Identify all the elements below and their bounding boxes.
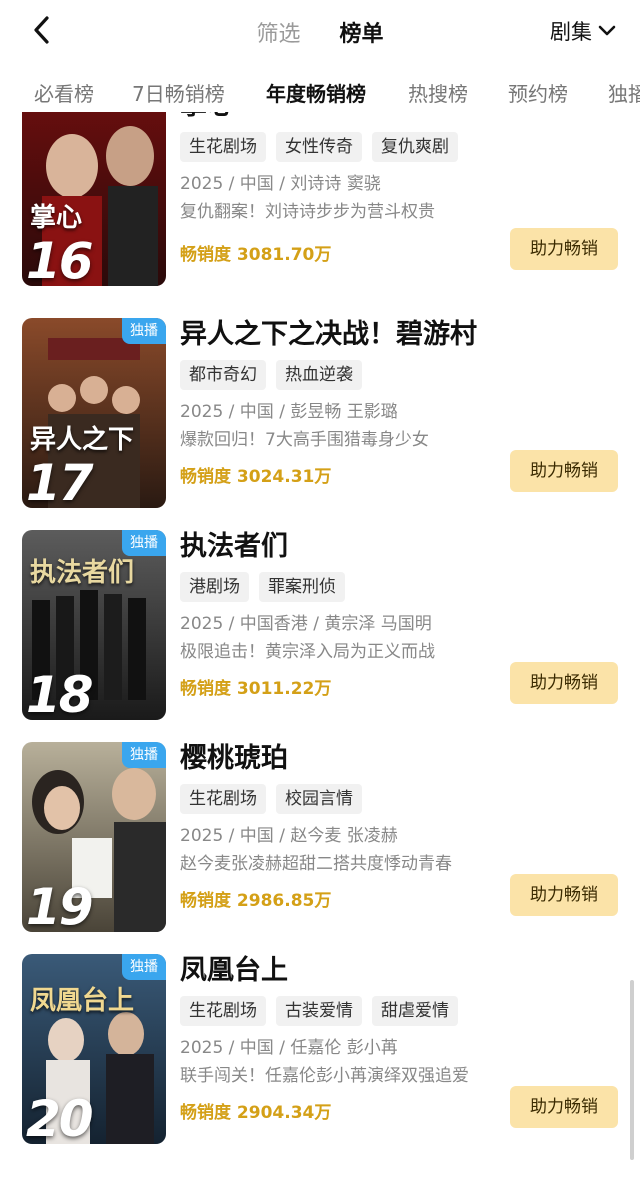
item-info: 凤凰台上 生花剧场 古装爱情 甜虐爱情 2025 / 中国 / 任嘉伦 彭小苒 … [180, 954, 620, 1088]
tag[interactable]: 罪案刑侦 [259, 572, 345, 602]
boost-button[interactable]: 助力畅销 [510, 662, 618, 704]
exclusive-badge: 独播 [122, 742, 166, 768]
tag[interactable]: 古装爱情 [276, 996, 362, 1026]
tab-must-watch[interactable]: 必看榜 [34, 78, 94, 107]
rank-number: 16 [26, 232, 94, 286]
tab-7day-bestseller[interactable]: 7日畅销榜 [132, 78, 225, 107]
item-meta: 2025 / 中国 / 赵今麦 张凌赫 [180, 826, 398, 846]
tab-hot-search[interactable]: 热搜榜 [408, 78, 468, 107]
item-title: 樱桃琥珀 [180, 743, 288, 774]
item-title: 凤凰台上 [180, 955, 288, 986]
poster[interactable]: 独播 19 [22, 742, 166, 932]
item-desc: 联手闯关！任嘉伦彭小苒演绎双强追爱 [180, 1066, 469, 1086]
sales-score: 畅销度 3081.70万 [180, 245, 332, 265]
boost-button[interactable]: 助力畅销 [510, 228, 618, 270]
tag-list: 生花剧场 校园言情 [180, 784, 620, 816]
tag[interactable]: 甜虐爱情 [372, 996, 458, 1026]
list-item[interactable]: 掌心 16 掌心 生花剧场 女性传奇 复仇爽剧 2025 / 中国 / 刘诗诗 … [0, 112, 640, 286]
segment-control: 筛选 榜单 [0, 16, 640, 48]
tag[interactable]: 生花剧场 [180, 784, 266, 814]
item-meta: 2025 / 中国 / 彭昱畅 王影璐 [180, 402, 398, 422]
category-dropdown[interactable]: 剧集 [550, 16, 616, 46]
tag-list: 生花剧场 古装爱情 甜虐爱情 [180, 996, 620, 1028]
item-info: 掌心 生花剧场 女性传奇 复仇爽剧 2025 / 中国 / 刘诗诗 窦骁 复仇翻… [180, 112, 620, 224]
tag[interactable]: 复仇爽剧 [372, 132, 458, 162]
item-info: 执法者们 港剧场 罪案刑侦 2025 / 中国香港 / 黄宗泽 马国明 极限追击… [180, 530, 620, 664]
scrollbar[interactable] [630, 980, 634, 1160]
tag-list: 都市奇幻 热血逆袭 [180, 360, 620, 392]
ranking-list: 掌心 16 掌心 生花剧场 女性传奇 复仇爽剧 2025 / 中国 / 刘诗诗 … [0, 112, 640, 1190]
exclusive-badge: 独播 [122, 954, 166, 980]
rank-number: 17 [26, 454, 94, 508]
tag[interactable]: 女性传奇 [276, 132, 362, 162]
boost-button[interactable]: 助力畅销 [510, 874, 618, 916]
tag[interactable]: 校园言情 [276, 784, 362, 814]
ranking-tab[interactable]: 榜单 [340, 16, 384, 48]
item-title: 掌心 [180, 112, 620, 126]
category-label: 剧集 [550, 20, 592, 44]
list-item[interactable]: 独播 凤凰台上 20 凤凰台上 生花剧场 古装爱情 甜虐爱情 2025 / 中国… [0, 954, 640, 1144]
rank-number: 20 [26, 1090, 94, 1144]
tag-list: 港剧场 罪案刑侦 [180, 572, 620, 604]
sales-score: 畅销度 3024.31万 [180, 467, 332, 487]
poster-title: 异人之下 [30, 425, 135, 455]
tag[interactable]: 都市奇幻 [180, 360, 266, 390]
item-title: 执法者们 [180, 531, 288, 562]
tag[interactable]: 生花剧场 [180, 996, 266, 1026]
poster[interactable]: 掌心 16 [22, 112, 166, 286]
tag[interactable]: 热血逆袭 [276, 360, 362, 390]
boost-button[interactable]: 助力畅销 [510, 1086, 618, 1128]
boost-button[interactable]: 助力畅销 [510, 450, 618, 492]
item-title: 异人之下之决战！碧游村 [180, 319, 477, 350]
item-desc: 极限追击！黄宗泽入局为正义而战 [180, 642, 435, 662]
item-meta: 2025 / 中国 / 任嘉伦 彭小苒 [180, 1038, 398, 1058]
poster-title: 掌心 [30, 203, 83, 233]
chevron-down-icon [598, 25, 616, 36]
item-desc: 赵今麦张凌赫超甜二搭共度悸动青春 [180, 854, 452, 874]
rank-number: 18 [26, 666, 94, 720]
poster-title: 凤凰台上 [30, 986, 135, 1016]
list-item[interactable]: 独播 异人之下 17 异人之下之决战！碧游村 都市奇幻 热血逆袭 2025 / … [0, 318, 640, 508]
list-item[interactable]: 独播 执法者们 18 执法者们 港剧场 罪案刑侦 2025 / 中国香港 / 黄… [0, 530, 640, 720]
tag[interactable]: 港剧场 [180, 572, 249, 602]
item-meta: 2025 / 中国 / 刘诗诗 窦骁 [180, 174, 381, 194]
tag[interactable]: 生花剧场 [180, 132, 266, 162]
poster-title: 执法者们 [30, 558, 135, 588]
item-meta: 2025 / 中国香港 / 黄宗泽 马国明 [180, 614, 432, 634]
sales-score: 畅销度 2986.85万 [180, 891, 332, 911]
item-desc: 爆款回归！7大高手围猎毒身少女 [180, 430, 429, 450]
exclusive-badge: 独播 [122, 318, 166, 344]
sales-score: 畅销度 2904.34万 [180, 1103, 332, 1123]
top-bar: 筛选 榜单 剧集 [0, 0, 640, 62]
sales-score: 畅销度 3011.22万 [180, 679, 332, 699]
rank-number: 19 [26, 878, 94, 932]
tab-reservation[interactable]: 预约榜 [508, 78, 568, 107]
poster[interactable]: 独播 异人之下 17 [22, 318, 166, 508]
tag-list: 生花剧场 女性传奇 复仇爽剧 [180, 132, 620, 164]
item-info: 樱桃琥珀 生花剧场 校园言情 2025 / 中国 / 赵今麦 张凌赫 赵今麦张凌… [180, 742, 620, 876]
filter-tab[interactable]: 筛选 [256, 16, 300, 48]
poster[interactable]: 独播 凤凰台上 20 [22, 954, 166, 1144]
item-desc: 复仇翻案！刘诗诗步步为营斗权贵 [180, 202, 435, 222]
ranking-tabs: 必看榜 7日畅销榜 年度畅销榜 热搜榜 预约榜 独播 [0, 74, 640, 110]
poster[interactable]: 独播 执法者们 18 [22, 530, 166, 720]
item-info: 异人之下之决战！碧游村 都市奇幻 热血逆袭 2025 / 中国 / 彭昱畅 王影… [180, 318, 620, 452]
tab-exclusive[interactable]: 独播 [608, 78, 640, 107]
list-item[interactable]: 独播 19 樱桃琥珀 生花剧场 校园言情 2025 / 中国 / 赵今麦 张凌赫… [0, 742, 640, 932]
tab-annual-bestseller[interactable]: 年度畅销榜 [266, 78, 366, 107]
